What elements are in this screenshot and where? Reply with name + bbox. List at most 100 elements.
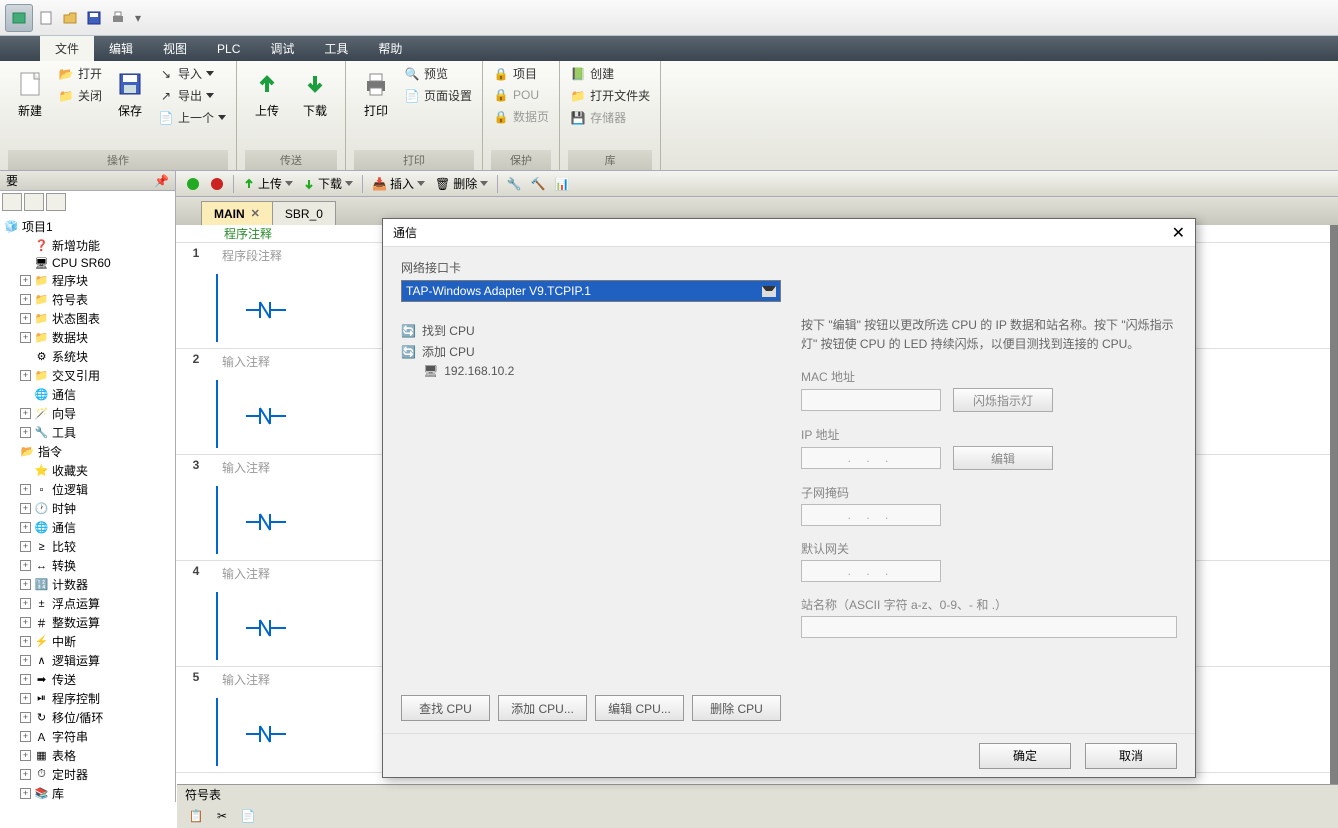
ribbon-memory-button[interactable]: 💾存储器 xyxy=(568,108,652,127)
ribbon-datapage-button[interactable]: 🔒数据页 xyxy=(491,107,551,126)
symbol-table-tab[interactable]: 符号表 xyxy=(185,786,221,803)
program-comment[interactable]: 程序注释 xyxy=(216,225,272,242)
tree-node[interactable]: +📚库 xyxy=(2,784,173,802)
qat-new-icon[interactable] xyxy=(35,7,57,29)
tab-sbr0[interactable]: SBR_0 xyxy=(272,201,336,225)
tree-node[interactable]: +📁状态图表 xyxy=(2,309,173,328)
expand-icon[interactable]: + xyxy=(20,427,31,438)
mac-field[interactable] xyxy=(801,389,941,411)
expand-icon[interactable]: + xyxy=(20,617,31,628)
ribbon-new-button[interactable]: 新建 xyxy=(8,64,52,123)
ribbon-prev-button[interactable]: 📄上一个 xyxy=(156,108,228,127)
expand-icon[interactable]: + xyxy=(20,712,31,723)
cpu-tree[interactable]: 🔄找到 CPU 🔄添加 CPU 🖥192.168.10.2 xyxy=(401,316,781,687)
tree-node[interactable]: ❓新增功能 xyxy=(2,236,173,255)
find-cpu-node[interactable]: 🔄找到 CPU xyxy=(401,320,781,341)
tree-node[interactable]: +🔢计数器 xyxy=(2,575,173,594)
expand-icon[interactable]: + xyxy=(20,655,31,666)
expand-icon[interactable]: + xyxy=(20,313,31,324)
add-cpu-button[interactable]: 添加 CPU... xyxy=(498,695,587,721)
tree-node[interactable]: +±浮点运算 xyxy=(2,594,173,613)
menu-debug[interactable]: 调试 xyxy=(255,36,309,61)
expand-icon[interactable]: + xyxy=(20,788,31,799)
tree-node[interactable]: 🌐通信 xyxy=(2,385,173,404)
ribbon-pagesetup-button[interactable]: 📄页面设置 xyxy=(402,86,474,105)
ok-button[interactable]: 确定 xyxy=(979,743,1071,769)
close-icon[interactable]: ✕ xyxy=(251,207,260,220)
tree-node[interactable]: +📁交叉引用 xyxy=(2,366,173,385)
menu-plc[interactable]: PLC xyxy=(202,36,255,61)
ribbon-save-button[interactable]: 保存 xyxy=(108,64,152,123)
menu-edit[interactable]: 编辑 xyxy=(94,36,148,61)
tree-node[interactable]: +▦表格 xyxy=(2,746,173,765)
run-icon[interactable] xyxy=(182,173,204,195)
expand-icon[interactable]: + xyxy=(20,769,31,780)
ip-field[interactable]: . . . xyxy=(801,447,941,469)
ribbon-import-button[interactable]: ↘导入 xyxy=(156,64,228,83)
tree-node[interactable]: ⭐收藏夹 xyxy=(2,461,173,480)
expand-icon[interactable]: + xyxy=(20,560,31,571)
bs-icon-2[interactable]: ✂ xyxy=(211,805,233,827)
cpu-ip-node[interactable]: 🖥192.168.10.2 xyxy=(401,362,781,380)
app-menu-button[interactable] xyxy=(5,4,33,32)
ribbon-print-button[interactable]: 打印 xyxy=(354,64,398,123)
qat-print-icon[interactable] xyxy=(107,7,129,29)
subnet-field[interactable]: . . . xyxy=(801,504,941,526)
panel-tab-2[interactable] xyxy=(24,193,44,211)
tree-node[interactable]: +Ａ字符串 xyxy=(2,727,173,746)
expand-icon[interactable]: + xyxy=(20,522,31,533)
qat-dropdown-icon[interactable]: ▾ xyxy=(131,11,145,25)
expand-icon[interactable]: + xyxy=(20,332,31,343)
expand-icon[interactable]: + xyxy=(20,693,31,704)
tree-node[interactable]: +🔧工具 xyxy=(2,423,173,442)
tb-icon-1[interactable]: 🔧 xyxy=(503,173,525,195)
tb-icon-3[interactable]: 📊 xyxy=(551,173,573,195)
tree-node[interactable]: +🌐通信 xyxy=(2,518,173,537)
tree-node[interactable]: +⏱定时器 xyxy=(2,765,173,784)
tree-node[interactable]: +↻移位/循环 xyxy=(2,708,173,727)
pin-icon[interactable]: 📌 xyxy=(154,174,169,188)
edit-cpu-button[interactable]: 编辑 CPU... xyxy=(595,695,684,721)
qat-open-icon[interactable] xyxy=(59,7,81,29)
ribbon-create-button[interactable]: 📗创建 xyxy=(568,64,652,83)
ribbon-project-button[interactable]: 🔒项目 xyxy=(491,64,551,83)
tree-node[interactable]: +≥比较 xyxy=(2,537,173,556)
tb-download-button[interactable]: 下载 xyxy=(299,175,357,192)
ribbon-upload-button[interactable]: 上传 xyxy=(245,64,289,123)
tree-node[interactable]: +🪄向导 xyxy=(2,404,173,423)
tb-insert-button[interactable]: 📥插入 xyxy=(368,175,429,192)
stop-icon[interactable] xyxy=(206,173,228,195)
ribbon-preview-button[interactable]: 🔍预览 xyxy=(402,64,474,83)
tree-node[interactable]: +⏯程序控制 xyxy=(2,689,173,708)
menu-file[interactable]: 文件 xyxy=(40,36,94,61)
tb-delete-button[interactable]: 🗑删除 xyxy=(431,175,492,192)
expand-icon[interactable]: + xyxy=(20,484,31,495)
expand-icon[interactable]: + xyxy=(20,636,31,647)
ribbon-download-button[interactable]: 下载 xyxy=(293,64,337,123)
tree-node[interactable]: +📁程序块 xyxy=(2,271,173,290)
menu-view[interactable]: 视图 xyxy=(148,36,202,61)
tree-node[interactable]: 📂指令 xyxy=(2,442,173,461)
dialog-close-button[interactable]: ✕ xyxy=(1172,223,1185,243)
expand-icon[interactable]: + xyxy=(20,731,31,742)
tree-node[interactable]: +📁符号表 xyxy=(2,290,173,309)
expand-icon[interactable]: + xyxy=(20,294,31,305)
expand-icon[interactable]: + xyxy=(20,750,31,761)
expand-icon[interactable]: + xyxy=(20,408,31,419)
delete-cpu-button[interactable]: 删除 CPU xyxy=(692,695,781,721)
expand-icon[interactable]: + xyxy=(20,674,31,685)
expand-icon[interactable]: + xyxy=(20,503,31,514)
flash-led-button[interactable]: 闪烁指示灯 xyxy=(953,388,1053,412)
project-tree[interactable]: 🧊项目1 ❓新增功能🖥CPU SR60+📁程序块+📁符号表+📁状态图表+📁数据块… xyxy=(0,213,175,802)
tree-node[interactable]: +🕐时钟 xyxy=(2,499,173,518)
station-field[interactable] xyxy=(801,616,1177,638)
tree-node[interactable]: 🖥CPU SR60 xyxy=(2,255,173,271)
expand-icon[interactable]: + xyxy=(20,579,31,590)
ribbon-open-button[interactable]: 📂打开 xyxy=(56,64,104,83)
expand-icon[interactable]: + xyxy=(20,541,31,552)
add-cpu-node[interactable]: 🔄添加 CPU xyxy=(401,341,781,362)
tb-icon-2[interactable]: 🔨 xyxy=(527,173,549,195)
edit-button[interactable]: 编辑 xyxy=(953,446,1053,470)
tb-upload-button[interactable]: 上传 xyxy=(239,175,297,192)
tree-node[interactable]: ⚙系统块 xyxy=(2,347,173,366)
